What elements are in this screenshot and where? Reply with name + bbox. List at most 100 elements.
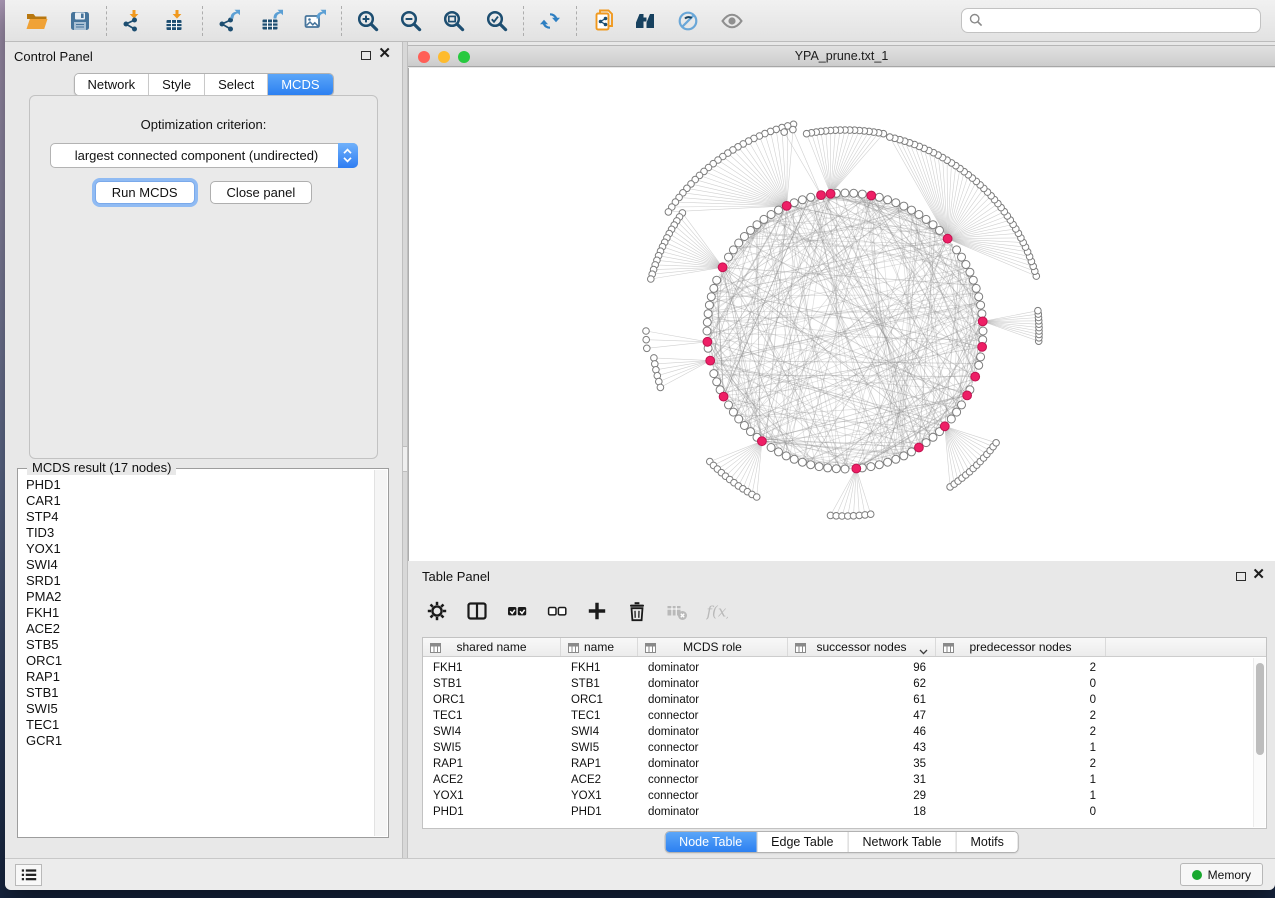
table-cell[interactable]: SWI5	[423, 742, 561, 754]
table-row[interactable]: ORC1ORC1dominator610	[423, 692, 1266, 708]
mcds-result-item[interactable]: SRD1	[26, 573, 372, 589]
column-header-successor-nodes[interactable]: successor nodes	[788, 638, 936, 656]
mcds-result-item[interactable]: PMA2	[26, 589, 372, 605]
zoom-out-button[interactable]	[398, 8, 424, 34]
table-cell[interactable]: 0	[936, 678, 1106, 690]
mcds-result-item[interactable]: ACE2	[26, 621, 372, 637]
add-column-button[interactable]	[586, 600, 608, 622]
column-header-predecessor-nodes[interactable]: predecessor nodes	[936, 638, 1106, 656]
splitter-handle[interactable]	[403, 446, 407, 472]
table-cell[interactable]: 61	[788, 694, 936, 706]
table-cell[interactable]: FKH1	[423, 662, 561, 674]
mcds-result-item[interactable]: STB1	[26, 685, 372, 701]
window-zoom-icon[interactable]	[458, 51, 470, 63]
close-panel-icon[interactable]: ✕	[378, 45, 391, 63]
mcds-result-item[interactable]: YOX1	[26, 541, 372, 557]
search-binoculars-button[interactable]	[633, 8, 659, 34]
table-cell[interactable]: 2	[936, 662, 1106, 674]
mcds-result-item[interactable]: CAR1	[26, 493, 372, 509]
window-minimize-icon[interactable]	[438, 51, 450, 63]
table-cell[interactable]: YOX1	[561, 790, 638, 802]
table-row[interactable]: STB1STB1dominator620	[423, 676, 1266, 692]
table-cell[interactable]: SWI4	[561, 726, 638, 738]
save-session-button[interactable]	[67, 8, 93, 34]
mcds-result-item[interactable]: FKH1	[26, 605, 372, 621]
column-header-shared-name[interactable]: shared name	[423, 638, 561, 656]
zoom-selected-button[interactable]	[484, 8, 510, 34]
tab-mcds[interactable]: MCDS	[268, 74, 332, 95]
table-cell[interactable]: 35	[788, 758, 936, 770]
show-graphics-button[interactable]	[719, 8, 745, 34]
float-table-panel-icon[interactable]	[1236, 572, 1246, 581]
select-all-button[interactable]	[506, 600, 528, 622]
table-cell[interactable]: 43	[788, 742, 936, 754]
table-cell[interactable]: 18	[788, 806, 936, 818]
table-cell[interactable]: ACE2	[423, 774, 561, 786]
table-cell[interactable]: YOX1	[423, 790, 561, 802]
import-network-button[interactable]	[120, 8, 146, 34]
delete-column-button[interactable]	[626, 600, 648, 622]
table-cell[interactable]: 2	[936, 758, 1106, 770]
table-cell[interactable]: 46	[788, 726, 936, 738]
table-cell[interactable]: connector	[638, 790, 788, 802]
table-cell[interactable]: dominator	[638, 662, 788, 674]
zoom-in-button[interactable]	[355, 8, 381, 34]
mcds-result-item[interactable]: SWI5	[26, 701, 372, 717]
mcds-result-list[interactable]: PHD1CAR1STP4TID3YOX1SWI4SRD1PMA2FKH1ACE2…	[20, 471, 372, 835]
table-cell[interactable]: 2	[936, 710, 1106, 722]
table-cell[interactable]: STB1	[561, 678, 638, 690]
result-list-scrollbar[interactable]	[374, 470, 387, 836]
table-row[interactable]: ACE2ACE2connector311	[423, 772, 1266, 788]
optimization-criterion-select[interactable]: largest connected component (undirected)	[50, 143, 358, 168]
mcds-result-item[interactable]: STB5	[26, 637, 372, 653]
table-cell[interactable]: connector	[638, 710, 788, 722]
table-cell[interactable]: RAP1	[423, 758, 561, 770]
export-network-button[interactable]	[216, 8, 242, 34]
zoom-fit-button[interactable]	[441, 8, 467, 34]
table-cell[interactable]: 31	[788, 774, 936, 786]
table-cell[interactable]: 29	[788, 790, 936, 802]
table-cell[interactable]: 1	[936, 790, 1106, 802]
float-panel-icon[interactable]	[361, 51, 371, 60]
table-row[interactable]: TEC1TEC1connector472	[423, 708, 1266, 724]
clone-network-button[interactable]	[590, 8, 616, 34]
table-cell[interactable]: dominator	[638, 694, 788, 706]
tab-node-table[interactable]: Node Table	[665, 832, 757, 852]
window-close-icon[interactable]	[418, 51, 430, 63]
task-history-button[interactable]	[15, 864, 42, 886]
table-cell[interactable]: connector	[638, 774, 788, 786]
table-row[interactable]: SWI4SWI4dominator462	[423, 724, 1266, 740]
tab-select[interactable]: Select	[205, 74, 268, 95]
table-cell[interactable]: 0	[936, 806, 1106, 818]
tab-style[interactable]: Style	[149, 74, 205, 95]
table-cell[interactable]: 1	[936, 742, 1106, 754]
table-cell[interactable]: 62	[788, 678, 936, 690]
table-cell[interactable]: SWI4	[423, 726, 561, 738]
table-scrollbar-thumb[interactable]	[1256, 663, 1264, 755]
tab-edge-table[interactable]: Edge Table	[757, 832, 848, 852]
table-cell[interactable]: ACE2	[561, 774, 638, 786]
mcds-result-item[interactable]: STP4	[26, 509, 372, 525]
close-panel-button[interactable]: Close panel	[210, 181, 313, 204]
mcds-result-item[interactable]: ORC1	[26, 653, 372, 669]
search-input[interactable]	[961, 8, 1261, 33]
column-header-mcds-role[interactable]: MCDS role	[638, 638, 788, 656]
mcds-result-item[interactable]: TID3	[26, 525, 372, 541]
table-row[interactable]: YOX1YOX1connector291	[423, 788, 1266, 804]
export-table-button[interactable]	[259, 8, 285, 34]
run-mcds-button[interactable]: Run MCDS	[95, 181, 195, 204]
table-cell[interactable]: ORC1	[561, 694, 638, 706]
split-columns-button[interactable]	[466, 600, 488, 622]
table-row[interactable]: SWI5SWI5connector431	[423, 740, 1266, 756]
table-cell[interactable]: PHD1	[423, 806, 561, 818]
memory-button[interactable]: Memory	[1180, 863, 1263, 886]
table-cell[interactable]: RAP1	[561, 758, 638, 770]
gear-button[interactable]	[426, 600, 448, 622]
mcds-result-item[interactable]: TEC1	[26, 717, 372, 733]
hide-annotations-button[interactable]	[676, 8, 702, 34]
import-table-button[interactable]	[163, 8, 189, 34]
table-row[interactable]: FKH1FKH1dominator962	[423, 660, 1266, 676]
table-cell[interactable]: 0	[936, 694, 1106, 706]
mcds-result-item[interactable]: GCR1	[26, 733, 372, 749]
deselect-all-button[interactable]	[546, 600, 568, 622]
